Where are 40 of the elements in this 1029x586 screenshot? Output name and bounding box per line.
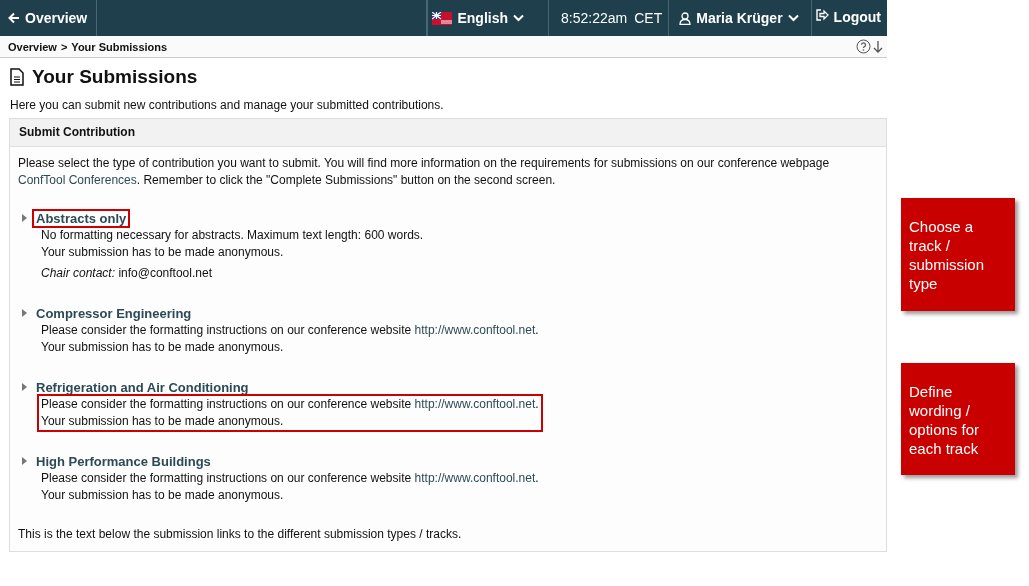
description-text: Your submission has to be made anonymous. — [41, 339, 285, 356]
expand-arrow-icon[interactable] — [22, 457, 27, 465]
footer-text: This is the text below the submission links to the different submission types / tracks. — [18, 526, 463, 543]
panel-title: Submit Contribution — [10, 119, 886, 147]
page-title: Your Submissions — [32, 66, 198, 88]
description-text: No formatting necessary for abstracts. Maximum text length: 600 words. — [41, 227, 424, 244]
description-text: Please consider the formatting instructions on our conference website http://www.conftool.net. — [41, 396, 539, 413]
intro-text: Here you can submit new contributions and manage your submitted contributions. — [10, 98, 445, 112]
description-text: Your submission has to be made anonymous. — [41, 487, 285, 504]
chevron-down-icon — [787, 14, 799, 22]
description-text: Your submission has to be made anonymous. — [41, 244, 285, 261]
breadcrumb-separator: > — [60, 40, 68, 53]
expand-arrow-icon[interactable] — [22, 214, 27, 222]
document-icon — [10, 68, 24, 86]
down-arrow-icon[interactable] — [873, 40, 883, 53]
sign-out-icon — [815, 9, 829, 21]
expand-arrow-icon[interactable] — [22, 383, 27, 391]
description-text: Please consider the formatting instructions on our conference website http://www.conftool.net. — [41, 470, 539, 487]
clock-time: 8:52:22am — [561, 10, 628, 26]
chair-contact: Chair contact: info@conftool.net — [41, 265, 213, 282]
description-text: Please consider the formatting instructions on our conference website http://www.conftool.net. — [41, 322, 539, 339]
chevron-down-icon — [513, 14, 525, 22]
track-link[interactable]: High Performance Buildings — [32, 451, 215, 471]
flag-icon — [432, 11, 453, 25]
timezone-label: CET — [634, 10, 663, 26]
track-link[interactable]: Abstracts only — [32, 208, 131, 228]
instructions-text: Please select the type of contribution you want to submit. You will find more information on the requirements for submissions on our conference webpage ConfTool Conferences. Remember to click the "Complete Submissions" button on the second screen. — [18, 155, 831, 189]
logout-button[interactable]: Logout — [811, 0, 887, 36]
help-icon[interactable] — [856, 39, 871, 54]
breadcrumb-current: Your Submissions — [71, 40, 168, 53]
breadcrumb-link[interactable]: Overview — [8, 40, 57, 53]
conference-link[interactable]: ConfTool Conferences — [18, 173, 137, 187]
track-link[interactable]: Compressor Engineering — [32, 303, 196, 323]
user-icon — [679, 11, 692, 25]
description-text: Your submission has to be made anonymous. — [41, 413, 285, 430]
back-arrow-icon — [8, 12, 20, 24]
track-link[interactable]: Refrigeration and Air Conditioning — [32, 377, 253, 397]
annotation-callout: Choose a track / submission type — [901, 198, 1015, 311]
expand-arrow-icon[interactable] — [22, 309, 27, 317]
annotation-callout: Define wording / options for each track — [901, 363, 1015, 475]
